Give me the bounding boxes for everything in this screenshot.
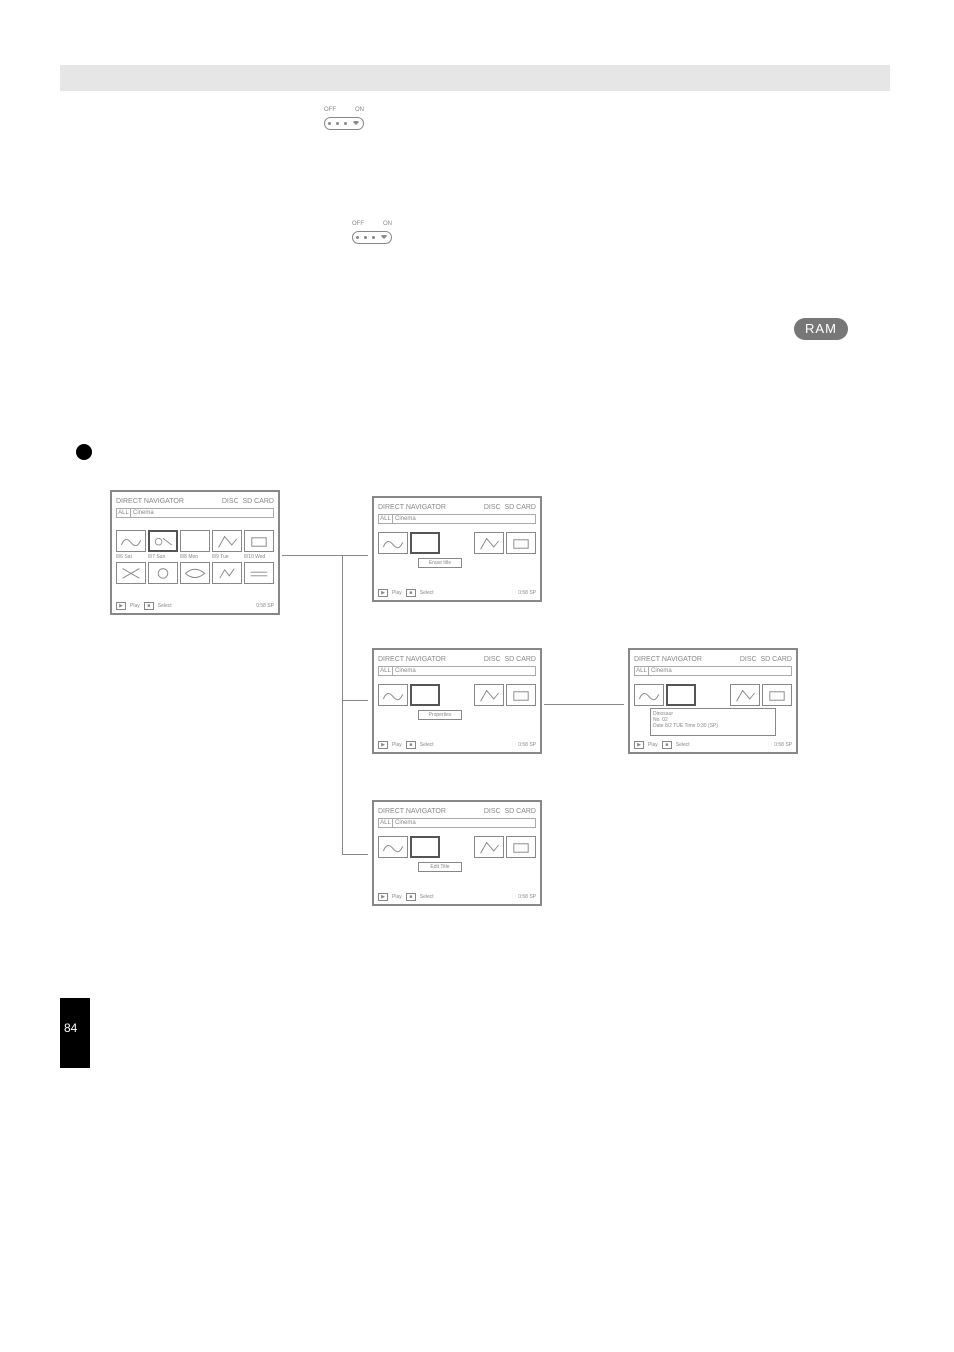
label-erase-sub: Erase a title. (560, 528, 621, 543)
dn-thumb (180, 530, 210, 552)
dn-main-col-cinema: Cinema (131, 509, 273, 517)
stop-icon: ■ (406, 741, 416, 749)
dn-thumb (180, 562, 210, 584)
step-5-sub2: Press [RETURN]. (124, 280, 226, 298)
dn-edit-thumbs (378, 836, 536, 858)
switch-on-label-2: ON (383, 221, 392, 227)
step-5-text-a: To exit the screen (124, 198, 234, 216)
label-edit-sub: You can perform various kinds of editing… (560, 848, 840, 879)
step-5-text-c: up. (400, 228, 418, 246)
dn-thumb (244, 530, 274, 552)
heading-deleting: Deleting a title during play (76, 322, 289, 346)
dn-thumb (116, 562, 146, 584)
dn-propsd-datetime: Date 8/2 TUE Time 0:30 (SP) (653, 723, 773, 729)
dn-erase-menu-option: Erase title (418, 558, 462, 568)
stop-icon: ■ (406, 589, 416, 597)
dn-propsd-info-box: Dinosaur No. 02 Date 8/2 TUE Time 0:30 (… (650, 708, 776, 736)
step-5-text-b: Slide (124, 228, 153, 246)
play-icon: ▶ (116, 602, 126, 610)
dn-edit-title: DIRECT NAVIGATOR (378, 808, 446, 815)
dn-main-tab-sd: SD CARD (242, 498, 274, 505)
dn-erase-thumbs (378, 532, 536, 554)
header-bar (60, 65, 890, 91)
dn-panel-edit: DIRECT NAVIGATOR DISC SD CARD ALL Cinema… (372, 800, 542, 906)
dn-thumb (244, 562, 274, 584)
dn-panel-properties-detail: DIRECT NAVIGATOR DISC SD CARD ALL Cinema… (628, 648, 798, 754)
step-4-number: 4 (90, 108, 100, 133)
dn-thumb (148, 562, 178, 584)
dn-propsd-thumbs (634, 684, 792, 706)
label-properties-sub: Check the title information (e.g., date … (560, 786, 840, 801)
switch-off-label: OFF (324, 107, 336, 113)
step-4-text-b: to the left twice to select "DISC". (374, 110, 560, 128)
dn-thumb-selected (148, 530, 178, 552)
dn-main-col-all: ALL (117, 509, 131, 517)
stop-icon: ■ (406, 893, 416, 901)
mode-switch-icon: OFF ON (324, 108, 364, 130)
play-icon: ▶ (378, 589, 388, 597)
label-properties: Properties (560, 768, 619, 785)
dn-props-menu-option: Properties (418, 710, 462, 720)
step-5-number: 5 (90, 196, 100, 221)
play-icon: ▶ (378, 741, 388, 749)
page-number: 84 (64, 1020, 77, 1037)
dn-props-thumbs (378, 684, 536, 706)
connector-line (342, 700, 368, 701)
connector-line (544, 704, 624, 705)
stop-icon: ■ (144, 602, 154, 610)
step-4-text-a: Slide (124, 110, 153, 128)
dn-main-titlebar: DIRECT NAVIGATOR DISC SD CARD (116, 494, 274, 508)
play-icon: ▶ (378, 893, 388, 901)
dn-thumb (116, 530, 146, 552)
mode-switch-icon-2: OFF ON (352, 222, 392, 244)
connector-line (342, 555, 368, 556)
step-4-sub: You can confirm the registered title in … (124, 142, 352, 157)
label-edit-title: Edit Title (➔ page 85) (560, 830, 680, 847)
play-icon: ▶ (634, 741, 644, 749)
switch-off-label-2: OFF (352, 221, 364, 227)
step-5-sub: To return to the previous screen (124, 258, 322, 276)
dn-panel-erase: DIRECT NAVIGATOR DISC SD CARD ALL Cinema… (372, 496, 542, 602)
dn-main-thumbs-row2 (116, 562, 274, 584)
dn-propsd-title: DIRECT NAVIGATOR (634, 656, 702, 663)
connector-line (342, 854, 368, 855)
connector-line (342, 555, 343, 855)
dn-main-footer: ▶Play ■Select 0:58 SP (116, 601, 274, 611)
dn-thumb (212, 562, 242, 584)
stop-icon: ■ (662, 741, 672, 749)
dn-panel-main: DIRECT NAVIGATOR DISC SD CARD ALL Cinema… (110, 490, 280, 615)
dn-main-tab-disc: DISC (222, 498, 239, 505)
dn-panel-properties: DIRECT NAVIGATOR DISC SD CARD ALL Cinema… (372, 648, 542, 754)
connector-line (282, 555, 342, 556)
dn-main-title: DIRECT NAVIGATOR (116, 498, 184, 505)
dn-main-thumbs-row1 (116, 530, 274, 552)
bullet-heading: Operation of Title view (104, 444, 254, 464)
label-erase-title: Erase title (➔ page 85) (560, 508, 687, 525)
page: 84 4 Slide OFF ON to the left twice to se… (0, 0, 954, 1352)
dn-edit-menu-option: Edit Title (418, 862, 462, 872)
ram-badge: RAM (794, 318, 848, 340)
dn-main-row2-labels: 8/6 Sat 8/7 Sun 8/8 Mon 8/9 Tue 8/10 Wed (116, 554, 274, 560)
bullet-icon (76, 444, 92, 460)
switch-on-label: ON (355, 107, 364, 113)
dn-erase-title: DIRECT NAVIGATOR (378, 504, 446, 511)
dn-main-header: ALL Cinema (116, 508, 274, 518)
para-precondition: (The disc must not be protected and ther… (76, 366, 836, 381)
dn-thumb (212, 530, 242, 552)
dn-props-title: DIRECT NAVIGATOR (378, 656, 446, 663)
